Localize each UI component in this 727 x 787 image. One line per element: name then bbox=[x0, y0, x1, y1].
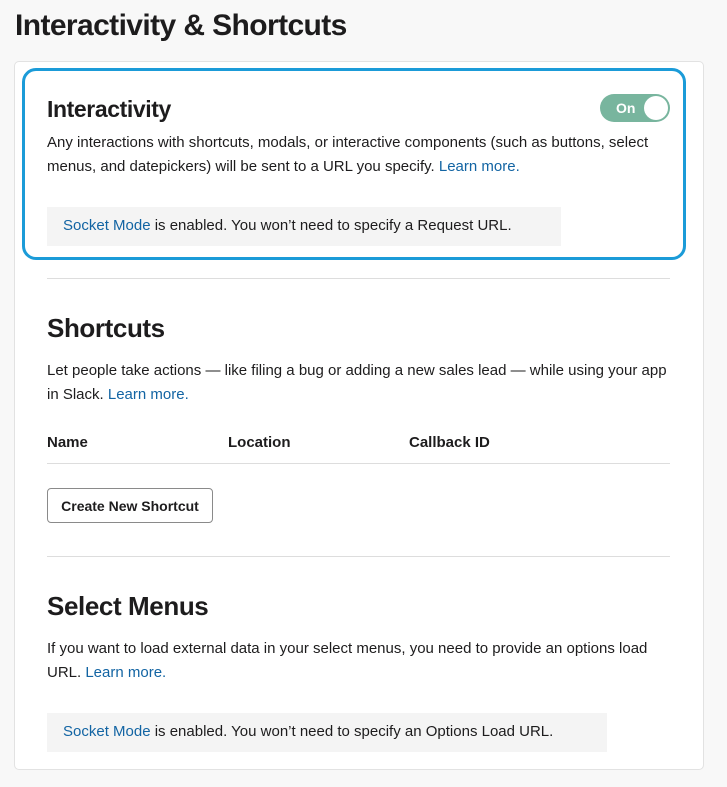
shortcuts-description: Let people take actions — like filing a … bbox=[47, 359, 667, 407]
interactivity-learn-more-link[interactable]: Learn more. bbox=[439, 158, 520, 175]
column-header-callback-id: Callback ID bbox=[409, 434, 490, 451]
select-menus-learn-more-link[interactable]: Learn more. bbox=[85, 664, 166, 681]
select-menus-notice-text: is enabled. You won’t need to specify an… bbox=[150, 723, 554, 740]
page-title: Interactivity & Shortcuts bbox=[15, 9, 347, 42]
interactivity-heading: Interactivity bbox=[47, 96, 171, 122]
interactivity-socket-mode-link[interactable]: Socket Mode bbox=[63, 217, 151, 234]
interactivity-notice-wrap: Socket Mode is enabled. You won’t need t… bbox=[47, 207, 670, 246]
shortcuts-learn-more-link[interactable]: Learn more. bbox=[108, 386, 189, 403]
interactivity-description: Any interactions with shortcuts, modals,… bbox=[47, 131, 657, 179]
interactivity-notice-text: is enabled. You won’t need to specify a … bbox=[150, 217, 512, 234]
interactivity-socket-notice: Socket Mode is enabled. You won’t need t… bbox=[47, 207, 561, 246]
column-header-location: Location bbox=[228, 434, 291, 451]
select-menus-heading: Select Menus bbox=[47, 591, 209, 621]
select-menus-socket-notice: Socket Mode is enabled. You won’t need t… bbox=[47, 713, 607, 752]
interactivity-description-block: Any interactions with shortcuts, modals,… bbox=[47, 131, 657, 179]
interactivity-toggle[interactable]: On bbox=[600, 94, 670, 122]
shortcuts-table-header: Name Location Callback ID bbox=[47, 432, 670, 464]
divider bbox=[47, 556, 670, 557]
select-menus-description-block: If you want to load external data in you… bbox=[47, 637, 662, 685]
divider bbox=[47, 278, 670, 279]
toggle-knob bbox=[644, 96, 668, 120]
column-header-name: Name bbox=[47, 434, 88, 451]
select-menus-socket-mode-link[interactable]: Socket Mode bbox=[63, 723, 151, 740]
shortcuts-section: Shortcuts bbox=[47, 313, 670, 343]
select-menus-section: Select Menus bbox=[47, 591, 670, 621]
shortcuts-heading: Shortcuts bbox=[47, 313, 165, 343]
interactivity-section: Interactivity bbox=[47, 94, 670, 124]
select-menus-notice-wrap: Socket Mode is enabled. You won’t need t… bbox=[47, 713, 670, 752]
create-new-shortcut-button[interactable]: Create New Shortcut bbox=[47, 488, 213, 523]
shortcuts-description-block: Let people take actions — like filing a … bbox=[47, 359, 667, 407]
toggle-label: On bbox=[616, 100, 636, 116]
interactivity-description-text: Any interactions with shortcuts, modals,… bbox=[47, 134, 649, 175]
select-menus-description: If you want to load external data in you… bbox=[47, 637, 662, 685]
